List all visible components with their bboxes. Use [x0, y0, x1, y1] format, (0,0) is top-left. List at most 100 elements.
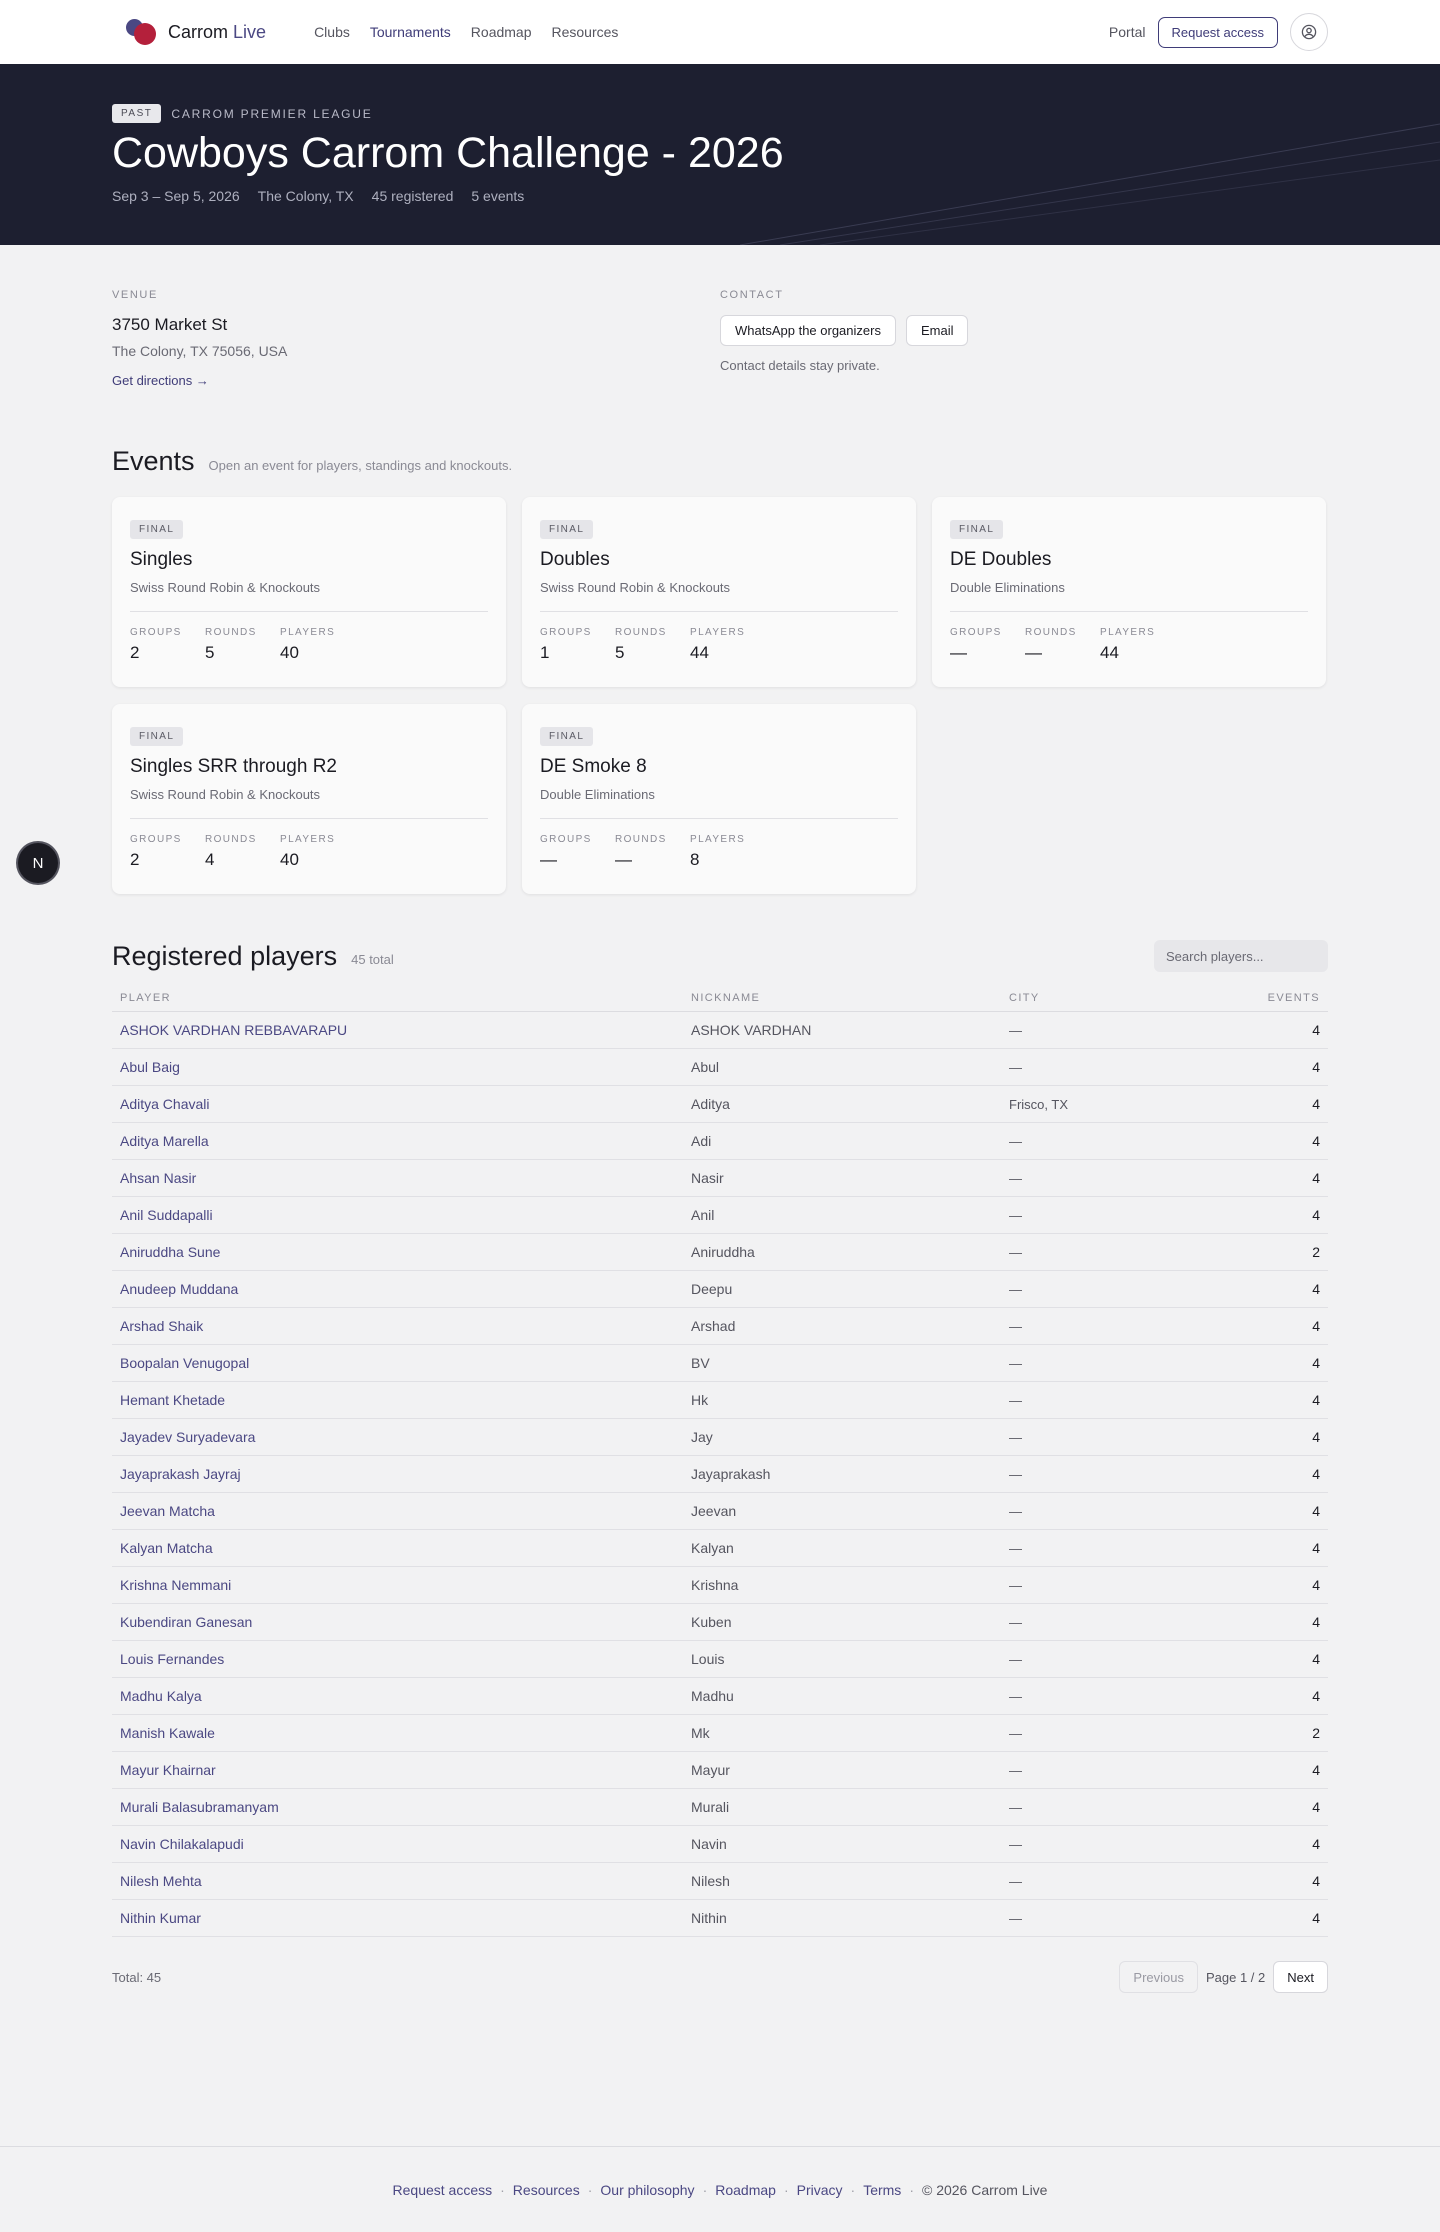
player-name-link[interactable]: Aditya Chavali: [112, 1085, 683, 1123]
nav-link-clubs[interactable]: Clubs: [314, 24, 350, 40]
table-row[interactable]: Kalyan Matcha Kalyan —4: [112, 1529, 1328, 1567]
previous-page-button[interactable]: Previous: [1119, 1961, 1198, 1993]
stat-value: 40: [280, 643, 299, 662]
venue-block: VENUE 3750 Market St The Colony, TX 7505…: [112, 289, 720, 390]
email-button[interactable]: Email: [905, 315, 969, 346]
player-nickname: Hk: [683, 1381, 1001, 1419]
table-row[interactable]: Nilesh Mehta Nilesh —4: [112, 1862, 1328, 1900]
events-title: Events: [112, 446, 195, 476]
event-card[interactable]: FINAL Singles Swiss Round Robin & Knockout…: [112, 497, 506, 687]
search-players-input[interactable]: [1154, 940, 1328, 972]
table-row[interactable]: Aniruddha Sune Aniruddha —2: [112, 1233, 1328, 1271]
contact-block: CONTACT WhatsApp the organizers Email Co…: [720, 289, 1328, 390]
table-row[interactable]: Louis Fernandes Louis —4: [112, 1640, 1328, 1678]
table-row[interactable]: Jeevan Matcha Jeevan —4: [112, 1492, 1328, 1530]
footer-link-terms[interactable]: Terms: [863, 2182, 901, 2198]
player-name-link[interactable]: Mayur Khairnar: [112, 1751, 683, 1789]
table-row[interactable]: Manish Kawale Mk —2: [112, 1714, 1328, 1752]
venue-name: 3750 Market St: [112, 315, 228, 334]
table-row[interactable]: Abul Baig Abul —4: [112, 1048, 1328, 1086]
footer-link-roadmap[interactable]: Roadmap: [715, 2182, 776, 2198]
player-name-link[interactable]: Jeevan Matcha: [112, 1492, 683, 1530]
table-row[interactable]: Anudeep Muddana Deepu —4: [112, 1270, 1328, 1308]
event-card[interactable]: FINAL DE Doubles Double Eliminations GROUPS…: [932, 497, 1326, 687]
column-header-player[interactable]: PLAYER: [112, 984, 683, 1012]
player-name-link[interactable]: Aniruddha Sune: [112, 1233, 683, 1271]
event-card[interactable]: FINAL Doubles Swiss Round Robin & Knockout…: [522, 497, 916, 687]
footer-separator: ·: [909, 2181, 914, 2198]
table-row[interactable]: Nithin Kumar Nithin —4: [112, 1899, 1328, 1937]
player-name-link[interactable]: Anil Suddapalli: [112, 1196, 683, 1234]
table-row[interactable]: Boopalan Venugopal BV —4: [112, 1344, 1328, 1382]
player-name-link[interactable]: ASHOK VARDHAN REBBAVARAPU: [112, 1011, 683, 1049]
table-row[interactable]: Ahsan Nasir Nasir —4: [112, 1159, 1328, 1197]
footer-link-privacy[interactable]: Privacy: [797, 2182, 843, 2198]
player-city: —: [1001, 1196, 1231, 1234]
footer-link-our-philosophy[interactable]: Our philosophy: [600, 2182, 694, 2198]
floating-dev-badge[interactable]: N: [18, 843, 58, 883]
table-row[interactable]: Krishna Nemmani Krishna —4: [112, 1566, 1328, 1604]
stat-value: 40: [280, 850, 299, 869]
player-name-link[interactable]: Navin Chilakalapudi: [112, 1825, 683, 1863]
page-indicator: Page 1 / 2: [1205, 1969, 1266, 1985]
table-row[interactable]: Hemant Khetade Hk —4: [112, 1381, 1328, 1419]
player-nickname: Kalyan: [683, 1529, 1001, 1567]
stat-rounds: ROUNDS —: [1025, 627, 1100, 663]
column-header-nickname[interactable]: NICKNAME: [683, 984, 1001, 1012]
request-access-button[interactable]: Request access: [1157, 16, 1278, 48]
table-row[interactable]: ASHOK VARDHAN REBBAVARAPU ASHOK VARDHAN —4: [112, 1011, 1328, 1049]
player-name-link[interactable]: Manish Kawale: [112, 1714, 683, 1752]
table-row[interactable]: Madhu Kalya Madhu —4: [112, 1677, 1328, 1715]
stat-value: —: [540, 850, 557, 869]
table-row[interactable]: Arshad Shaik Arshad —4: [112, 1307, 1328, 1345]
portal-link[interactable]: Portal: [1109, 24, 1146, 40]
event-card[interactable]: FINAL DE Smoke 8 Double Eliminations GROUPS…: [522, 704, 916, 894]
player-name-link[interactable]: Boopalan Venugopal: [112, 1344, 683, 1382]
table-row[interactable]: Aditya Chavali Aditya Frisco, TX 4: [112, 1085, 1328, 1123]
footer-link-resources[interactable]: Resources: [513, 2182, 580, 2198]
player-name-link[interactable]: Krishna Nemmani: [112, 1566, 683, 1604]
player-name-link[interactable]: Madhu Kalya: [112, 1677, 683, 1715]
brand-link[interactable]: Carrom Live: [126, 18, 266, 46]
nav-link-tournaments[interactable]: Tournaments: [370, 24, 451, 40]
player-name-link[interactable]: Arshad Shaik: [112, 1307, 683, 1345]
account-button[interactable]: [1290, 13, 1328, 51]
player-name-link[interactable]: Louis Fernandes: [112, 1640, 683, 1678]
event-card[interactable]: FINAL Singles SRR through R2 Swiss Round R…: [112, 704, 506, 894]
nav-link-roadmap[interactable]: Roadmap: [471, 24, 532, 40]
table-row[interactable]: Murali Balasubramanyam Murali —4: [112, 1788, 1328, 1826]
player-name-link[interactable]: Hemant Khetade: [112, 1381, 683, 1419]
player-nickname: Jeevan: [683, 1492, 1001, 1530]
next-page-button[interactable]: Next: [1273, 1961, 1328, 1993]
player-name-link[interactable]: Aditya Marella: [112, 1122, 683, 1160]
player-name-link[interactable]: Nilesh Mehta: [112, 1862, 683, 1900]
status-badge: PAST: [112, 104, 162, 123]
column-header-city[interactable]: CITY: [1001, 984, 1231, 1012]
footer-link-request-access[interactable]: Request access: [393, 2182, 493, 2198]
player-name-link[interactable]: Murali Balasubramanyam: [112, 1788, 683, 1826]
player-name-link[interactable]: Kubendiran Ganesan: [112, 1603, 683, 1641]
table-row[interactable]: Mayur Khairnar Mayur —4: [112, 1751, 1328, 1789]
player-name-link[interactable]: Anudeep Muddana: [112, 1270, 683, 1308]
column-header-events[interactable]: EVENTS: [1231, 984, 1328, 1012]
footer-separator: ·: [702, 2181, 708, 2198]
get-directions-link[interactable]: Get directions →: [112, 373, 209, 388]
player-name-link[interactable]: Nithin Kumar: [112, 1899, 683, 1937]
table-row[interactable]: Anil Suddapalli Anil —4: [112, 1196, 1328, 1234]
table-row[interactable]: Navin Chilakalapudi Navin —4: [112, 1825, 1328, 1863]
whatsapp-button[interactable]: WhatsApp the organizers: [720, 315, 896, 346]
brand-name: Carrom Live: [168, 21, 267, 42]
player-nickname: Nilesh: [683, 1862, 1001, 1900]
player-name-link[interactable]: Jayaprakash Jayraj: [112, 1455, 683, 1493]
player-name-link[interactable]: Jayadev Suryadevara: [112, 1418, 683, 1456]
nav-link-resources[interactable]: Resources: [552, 24, 619, 40]
player-name-link[interactable]: Abul Baig: [112, 1048, 683, 1086]
table-row[interactable]: Kubendiran Ganesan Kuben —4: [112, 1603, 1328, 1641]
table-row[interactable]: Jayadev Suryadevara Jay —4: [112, 1418, 1328, 1456]
table-row[interactable]: Jayaprakash Jayraj Jayaprakash —4: [112, 1455, 1328, 1493]
table-row[interactable]: Aditya Marella Adi —4: [112, 1122, 1328, 1160]
player-name-link[interactable]: Ahsan Nasir: [112, 1159, 683, 1197]
player-nickname: Jay: [683, 1418, 1001, 1456]
player-name-link[interactable]: Kalyan Matcha: [112, 1529, 683, 1567]
stat-groups: GROUPS 2: [130, 834, 205, 870]
